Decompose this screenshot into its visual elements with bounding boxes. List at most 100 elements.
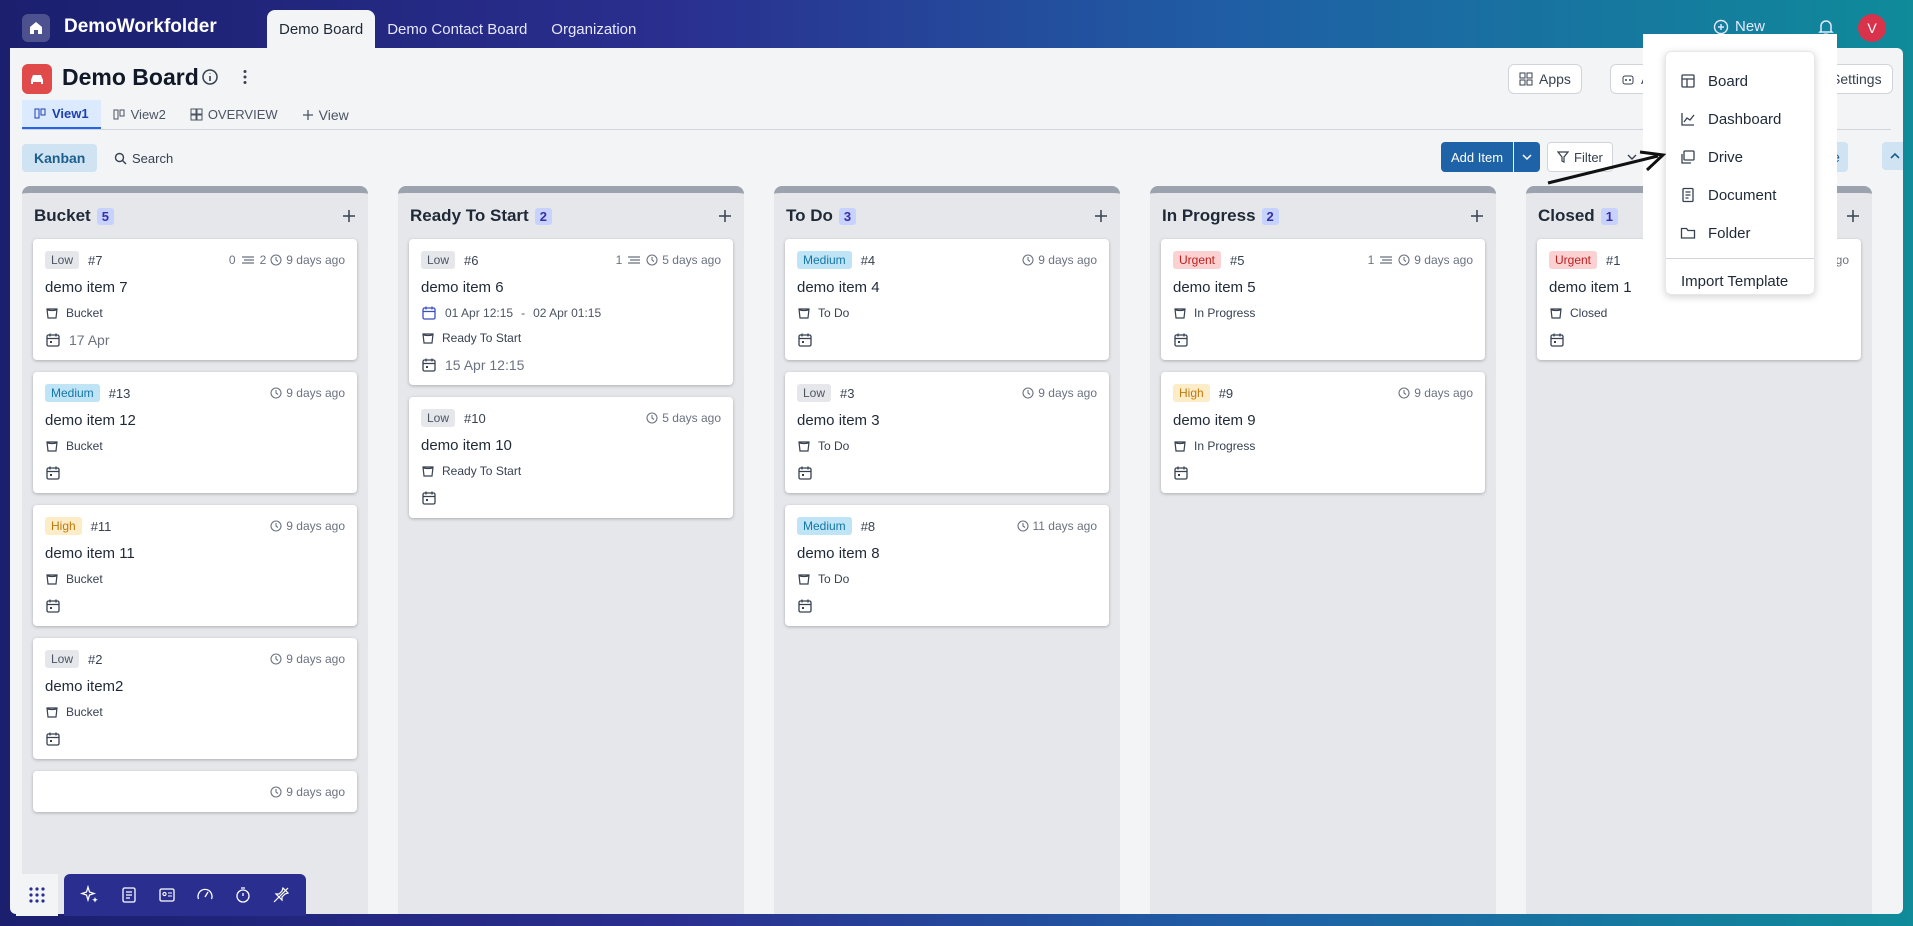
card-date [797, 463, 1097, 483]
user-avatar[interactable]: V [1858, 14, 1886, 42]
add-item-dropdown[interactable] [1514, 142, 1541, 172]
kanban-view-toggle[interactable]: Kanban [22, 144, 98, 172]
clock-icon [270, 254, 282, 266]
clock-icon [1022, 254, 1034, 266]
card[interactable]: Low #6 1 5 days ago demo item 6 01 Apr 1… [409, 239, 733, 385]
subtask-total-count: 2 [259, 253, 267, 267]
column-title: Closed [1538, 206, 1595, 225]
menu-item-import-template[interactable]: Import Template [1666, 263, 1814, 299]
timer-icon[interactable] [234, 886, 252, 904]
apps-button[interactable]: Apps [1508, 64, 1582, 94]
card-id: #13 [108, 385, 131, 401]
card[interactable]: Medium #4 9 days ago demo item 4 To Do [785, 239, 1109, 360]
notes-icon[interactable] [120, 886, 138, 904]
tab-overview-label: OVERVIEW [207, 107, 278, 122]
tab-view1[interactable]: View1 [22, 100, 101, 129]
card[interactable]: 9 days ago [33, 771, 357, 812]
kanban-view-icon [113, 109, 125, 120]
collapse-toolbar-button[interactable] [1882, 142, 1903, 170]
menu-item-board[interactable]: Board [1666, 62, 1814, 100]
info-button[interactable] [201, 68, 219, 86]
add-card-icon[interactable] [1094, 209, 1108, 223]
card-status-label: Bucket [66, 439, 103, 453]
card-time: 11 days ago [1032, 519, 1098, 533]
plus-icon [302, 109, 313, 120]
subtask-done-count: 1 [615, 253, 623, 267]
add-card-icon[interactable] [1470, 209, 1484, 223]
card-date: 17 Apr [45, 330, 345, 350]
bucket-icon [46, 574, 58, 585]
card[interactable]: Medium #8 11 days ago demo item 8 To Do [785, 505, 1109, 626]
add-card-icon[interactable] [718, 209, 732, 223]
card-time: 9 days ago [1038, 386, 1097, 400]
folder-icon [1680, 227, 1696, 239]
board-app-icon [22, 64, 52, 94]
card-meta: 1 5 days ago [616, 253, 721, 267]
card-date: 15 Apr 12:15 [421, 355, 721, 375]
card-status: Ready To Start [421, 464, 721, 478]
menu-divider [1666, 258, 1814, 259]
add-card-icon[interactable] [342, 209, 356, 223]
add-view-button[interactable]: View [290, 100, 361, 129]
tab-demo-contact-board[interactable]: Demo Contact Board [375, 10, 539, 48]
info-icon [202, 69, 218, 85]
speedometer-icon[interactable] [196, 886, 214, 904]
card[interactable]: Low #7 0 2 9 days ago demo item 7 Bucket… [33, 239, 357, 360]
clock-icon [1398, 387, 1410, 399]
chevron-down-icon [1522, 154, 1532, 161]
new-button[interactable]: New [1713, 18, 1765, 35]
card-title: demo item 4 [797, 279, 880, 296]
card-meta: 0 2 9 days ago [229, 253, 345, 267]
card[interactable]: Low #10 5 days ago demo item 10 Ready To… [409, 397, 733, 518]
subtasks-icon [241, 256, 254, 264]
more-vertical-icon [243, 70, 247, 84]
card-date [797, 330, 1097, 350]
tab-organization[interactable]: Organization [539, 10, 648, 48]
workspace-name[interactable]: DemoWorkfolder [64, 16, 217, 38]
search-button[interactable]: Search [114, 144, 173, 172]
card-date [1173, 463, 1473, 483]
sparkles-icon[interactable] [80, 885, 100, 905]
card-id: #4 [860, 252, 876, 268]
card[interactable]: High #9 9 days ago demo item 9 In Progre… [1161, 372, 1485, 493]
card-id: #9 [1218, 385, 1234, 401]
card-time: 9 days ago [286, 652, 345, 666]
card-meta: 9 days ago [1022, 253, 1097, 267]
tab-view2[interactable]: View2 [101, 100, 178, 129]
priority-badge: Low [797, 384, 832, 402]
card[interactable]: High #11 9 days ago demo item 11 Bucket [33, 505, 357, 626]
column-title: In Progress [1162, 206, 1256, 225]
card-status-label: Ready To Start [442, 331, 522, 345]
bucket-icon [1174, 441, 1186, 452]
menu-item-folder[interactable]: Folder [1666, 214, 1814, 252]
grid-icon [29, 887, 45, 903]
card[interactable]: Low #3 9 days ago demo item 3 To Do [785, 372, 1109, 493]
card[interactable]: Low #2 9 days ago demo item2 Bucket [33, 638, 357, 759]
subtasks-icon [1380, 256, 1393, 264]
menu-item-document[interactable]: Document [1666, 176, 1814, 214]
contact-card-icon[interactable] [158, 886, 176, 904]
card-status-label: To Do [818, 306, 850, 320]
card[interactable]: Urgent #5 1 9 days ago demo item 5 In Pr… [1161, 239, 1485, 360]
clock-icon [270, 387, 282, 399]
column-bucket: Bucket 5 Low #7 0 2 9 days ago demo item… [22, 186, 368, 914]
tab-overview[interactable]: OVERVIEW [178, 100, 290, 129]
clock-icon [646, 412, 658, 424]
menu-item-dashboard[interactable]: Dashboard [1666, 100, 1814, 138]
home-button[interactable] [22, 14, 50, 42]
app-launcher-button[interactable] [16, 874, 58, 916]
new-button-label: New [1735, 18, 1766, 35]
unpin-icon[interactable] [272, 886, 290, 904]
tab-view1-label: View1 [52, 106, 89, 121]
add-item-button[interactable]: Add Item [1441, 142, 1514, 172]
add-card-icon[interactable] [1846, 209, 1860, 223]
board-menu-button[interactable] [236, 68, 254, 86]
apps-icon [1519, 72, 1533, 86]
menu-item-drive[interactable]: Drive [1666, 138, 1814, 176]
tab-demo-board[interactable]: Demo Board [267, 10, 376, 48]
calendar-icon [46, 466, 60, 480]
column-header: In Progress 2 [1150, 193, 1496, 239]
card-status: Bucket [45, 306, 345, 320]
card-id: #7 [88, 252, 103, 268]
card[interactable]: Medium #13 9 days ago demo item 12 Bucke… [33, 372, 357, 493]
